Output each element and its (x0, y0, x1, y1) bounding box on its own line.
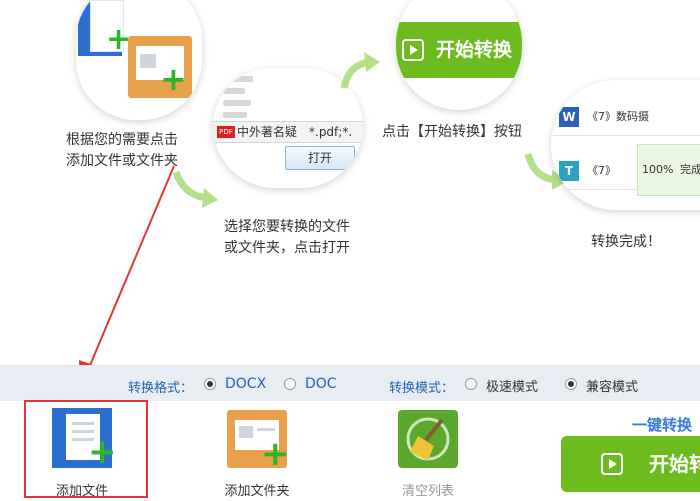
format-option-doc[interactable]: DOC (305, 376, 337, 392)
dialog-filter: *.pdf;*. (309, 125, 353, 139)
file-row-word: W 《7》数码摄 (551, 98, 700, 136)
step1-circle: + + (76, 0, 202, 120)
start-convert-demo-button: 开始转换 (396, 22, 522, 78)
play-icon (402, 39, 424, 61)
mode-radio-fast[interactable] (465, 378, 477, 390)
format-option-docx[interactable]: DOCX (225, 376, 266, 392)
red-pointer-arrow (79, 165, 175, 388)
step3-circle: 开始转换 (396, 0, 522, 110)
step2-text-line1: 选择您要转换的文件 (224, 219, 350, 235)
open-button[interactable]: 打开 (285, 146, 355, 170)
file-name-bar: PDF 中外著名疑 *.pdf;*. (213, 121, 363, 143)
format-label: 转换格式： (128, 381, 194, 396)
add-file-highlight-box (24, 400, 148, 498)
mode-option-fast[interactable]: 极速模式 (486, 376, 538, 395)
conversion-options-bar: 转换格式： DOCX DOC 转换模式： 极速模式 兼容模式 (0, 365, 700, 401)
step2-text: 选择您要转换的文件 或文件夹，点击打开 (224, 217, 350, 259)
step4-circle: W 《7》数码摄 T 《7》 100% 完成 (551, 80, 700, 210)
dialog-filename: 中外著名疑 (237, 125, 298, 139)
mode-label: 转换模式： (389, 381, 455, 396)
progress-done-label: 完成 (680, 163, 700, 176)
clear-list-label: 清空列表 (401, 484, 454, 499)
progress-done-box: 100% 完成 (637, 144, 700, 196)
format-radio-doc[interactable] (284, 378, 296, 390)
step4-text: 转换完成！ (591, 234, 661, 250)
start-convert-button[interactable]: 开始转换 (561, 436, 700, 492)
start-convert-label: 开始转换 (649, 452, 700, 476)
format-radio-docx[interactable] (204, 378, 216, 390)
broom-icon (398, 408, 458, 468)
pdf-icon: PDF (217, 126, 235, 138)
clear-list-button[interactable]: 清空列表 (378, 404, 478, 499)
mode-radio-compatible[interactable] (565, 378, 577, 390)
add-folder-button[interactable]: + 添加文件夹 (207, 404, 307, 499)
word-icon: W (559, 107, 579, 127)
file-row-word-name: 《7》数码摄 (587, 110, 649, 123)
add-folder-icon: + (227, 408, 290, 474)
file-row-text-name: 《7》 (587, 164, 616, 177)
one-key-convert-label: 一键转换 (632, 416, 693, 434)
step3-text: 点击【开始转换】按钮 (382, 124, 522, 140)
mode-option-compatible[interactable]: 兼容模式 (586, 376, 638, 395)
step2-text-line2: 或文件夹，点击打开 (224, 240, 350, 256)
step1-text-line1: 根据您的需要点击 (66, 132, 178, 148)
add-folder-label: 添加文件夹 (224, 484, 290, 499)
play-icon (601, 453, 623, 475)
start-convert-demo-label: 开始转换 (436, 39, 513, 61)
step-arrow-2 (340, 52, 380, 89)
progress-percent: 100% (642, 163, 674, 176)
text-file-icon: T (559, 161, 579, 181)
